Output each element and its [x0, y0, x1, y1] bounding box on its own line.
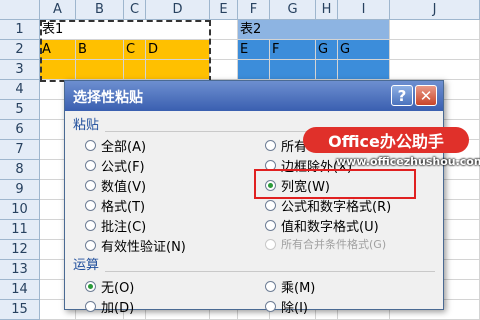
grid-cell[interactable]: [390, 40, 480, 60]
table1-header-cell[interactable]: D: [146, 40, 210, 60]
option-label: 数值(V): [101, 180, 147, 195]
paste-values-option[interactable]: 数值(V): [85, 176, 146, 195]
paste-merge-conditional-formats-option: 所有合并条件格式(G): [265, 236, 386, 252]
row-header[interactable]: 7: [0, 140, 40, 160]
grid-cell[interactable]: [390, 60, 480, 80]
column-header-d[interactable]: D: [146, 0, 210, 20]
table1-header-cell[interactable]: B: [76, 40, 124, 60]
grid-cell[interactable]: [390, 20, 480, 40]
radio-icon: [85, 301, 96, 312]
row-header[interactable]: 4: [0, 80, 40, 100]
column-header-f[interactable]: F: [238, 0, 270, 20]
table2-data-cell[interactable]: [270, 60, 316, 80]
paste-formulas-option[interactable]: 公式(F): [85, 156, 145, 175]
column-header-a[interactable]: A: [40, 0, 76, 20]
column-header-c[interactable]: C: [124, 0, 146, 20]
row-header[interactable]: 2: [0, 40, 40, 60]
help-button[interactable]: ?: [391, 85, 413, 106]
column-header-e[interactable]: E: [210, 0, 238, 20]
row-header[interactable]: 1: [0, 20, 40, 40]
paste-all-using-theme-option[interactable]: 所有: [265, 136, 307, 155]
table2-data-cell[interactable]: [316, 60, 338, 80]
table2-header-cell[interactable]: G: [316, 40, 338, 60]
radio-icon: [265, 200, 276, 211]
row-header[interactable]: 11: [0, 220, 40, 240]
watermark-badge: Office办公助手: [303, 127, 469, 153]
row-header[interactable]: 14: [0, 280, 40, 300]
table1-title[interactable]: 表1: [40, 20, 210, 40]
paste-validation-option[interactable]: 有效性验证(N): [85, 236, 186, 255]
option-label: 格式(T): [101, 200, 146, 215]
row-header[interactable]: 15: [0, 300, 40, 320]
option-label: 批注(C): [101, 220, 147, 235]
paste-group-label: 粘贴: [73, 118, 100, 133]
table2-header-cell[interactable]: F: [270, 40, 316, 60]
dialog-title-bar[interactable]: 选择性粘贴 ? ✕: [65, 81, 443, 111]
option-label: 乘(M): [281, 281, 316, 296]
radio-icon: [265, 238, 276, 250]
paste-comments-option[interactable]: 批注(C): [85, 216, 146, 235]
column-header-g[interactable]: G: [270, 0, 316, 20]
row-header[interactable]: 8: [0, 160, 40, 180]
option-label: 有效性验证(N): [101, 240, 186, 255]
table2-data-cell[interactable]: [238, 60, 270, 80]
watermark-url: www.officezhushou.com: [336, 155, 480, 168]
radio-icon: [265, 220, 276, 231]
table2-title[interactable]: 表2: [238, 20, 390, 40]
grid-cell[interactable]: [210, 40, 238, 60]
radio-icon: [265, 301, 276, 312]
paste-formats-option[interactable]: 格式(T): [85, 196, 145, 215]
option-label: 值和数字格式(U): [281, 220, 379, 235]
row-header[interactable]: 3: [0, 60, 40, 80]
paste-special-dialog: 选择性粘贴 ? ✕ 粘贴 全部(A) 公式(F) 数值(V) 格式(T) 批注(…: [64, 80, 444, 316]
radio-icon: [85, 220, 96, 231]
close-button[interactable]: ✕: [415, 85, 437, 106]
column-header-h[interactable]: H: [316, 0, 338, 20]
operation-multiply-option[interactable]: 乘(M): [265, 277, 315, 296]
column-header-i[interactable]: I: [338, 0, 390, 20]
table1-data-cell[interactable]: [146, 60, 210, 80]
table1-data-cell[interactable]: [76, 60, 124, 80]
row-header[interactable]: 6: [0, 120, 40, 140]
grid-cell[interactable]: [210, 20, 238, 40]
radio-icon: [85, 240, 96, 251]
radio-icon: [265, 140, 276, 151]
table2-header-cell[interactable]: E: [238, 40, 270, 60]
paste-values-number-formats-option[interactable]: 值和数字格式(U): [265, 216, 379, 235]
option-label: 所有合并条件格式(G): [281, 238, 387, 251]
option-label: 公式(F): [101, 160, 145, 175]
table1-data-cell[interactable]: [124, 60, 146, 80]
table2-header-cell[interactable]: G: [338, 40, 390, 60]
radio-icon: [85, 160, 96, 171]
table1-header-cell[interactable]: C: [124, 40, 146, 60]
row-header[interactable]: 5: [0, 100, 40, 120]
operation-none-option[interactable]: 无(O): [85, 277, 134, 296]
table2-data-cell[interactable]: [338, 60, 390, 80]
column-header-b[interactable]: B: [76, 0, 124, 20]
dialog-title: 选择性粘贴: [73, 90, 143, 106]
option-label: 无(O): [101, 281, 135, 296]
group-divider: [105, 271, 435, 272]
paste-all-option[interactable]: 全部(A): [85, 136, 146, 155]
table1-header-cell[interactable]: A: [40, 40, 76, 60]
table1-data-cell[interactable]: [40, 60, 76, 80]
column-widths-highlight: [254, 169, 416, 199]
grid-cell[interactable]: [210, 60, 238, 80]
row-header[interactable]: 12: [0, 240, 40, 260]
radio-icon: [265, 281, 276, 292]
option-label: 全部(A): [101, 140, 147, 155]
radio-icon: [85, 140, 96, 151]
column-header-j[interactable]: J: [390, 0, 480, 20]
radio-icon: [85, 200, 96, 211]
row-header[interactable]: 10: [0, 200, 40, 220]
row-header[interactable]: 13: [0, 260, 40, 280]
operation-group-label: 运算: [73, 258, 100, 273]
radio-selected-icon: [85, 281, 96, 292]
row-header[interactable]: 9: [0, 180, 40, 200]
select-all-corner[interactable]: [0, 0, 40, 20]
radio-icon: [85, 180, 96, 191]
